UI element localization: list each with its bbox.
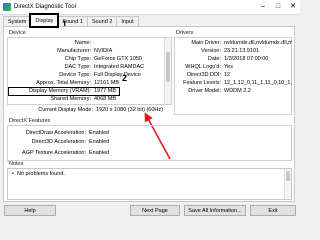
bullet-icon: •	[12, 171, 14, 177]
display-tab-panel: Device Name: Manufacturer: NVIDIA Chip Ty…	[3, 26, 295, 202]
feature-value: Enabled	[89, 150, 110, 156]
tab-strip: System Display Sound 1 Sound 2 Input	[3, 13, 139, 28]
button-bar: Help Next Page Save All Information... E…	[0, 203, 300, 219]
feature-value: Enabled	[89, 130, 110, 136]
notes-item-text: No problems found.	[16, 171, 65, 177]
next-page-button[interactable]: Next Page	[130, 205, 180, 216]
feature-label: AGP Texture Acceleration:	[22, 150, 86, 156]
save-all-information-button[interactable]: Save All Information...	[184, 205, 246, 216]
notes-scrollbar[interactable]	[284, 169, 291, 199]
maximize-icon[interactable]: □	[274, 1, 282, 13]
notes-scroll-thumb[interactable]	[286, 171, 290, 181]
window-controls: – □ ✕	[259, 1, 297, 13]
feature-value: Enabled	[89, 139, 110, 145]
directx-features-group: DirectDraw Acceleration: Enabled Direct3D…	[7, 125, 292, 161]
window-title: DirectX Diagnostic Tool	[14, 4, 76, 10]
notes-text-area[interactable]: • No problems found.	[7, 168, 292, 200]
directx-app-icon	[3, 3, 11, 11]
title-bar: DirectX Diagnostic Tool – □ ✕	[0, 0, 300, 15]
minimize-icon[interactable]: –	[259, 1, 267, 13]
notes-heading: Notes	[9, 161, 24, 167]
close-icon[interactable]: ✕	[289, 1, 297, 13]
help-button[interactable]: Help	[4, 205, 56, 216]
feature-label: Direct3D Acceleration:	[31, 139, 86, 145]
notes-item: • No problems found.	[12, 171, 287, 177]
feature-label: DirectDraw Acceleration:	[25, 130, 86, 136]
directx-features-heading: DirectX Features	[9, 118, 51, 124]
exit-button[interactable]: Exit	[250, 205, 296, 216]
tab-display[interactable]: Display	[29, 13, 60, 28]
